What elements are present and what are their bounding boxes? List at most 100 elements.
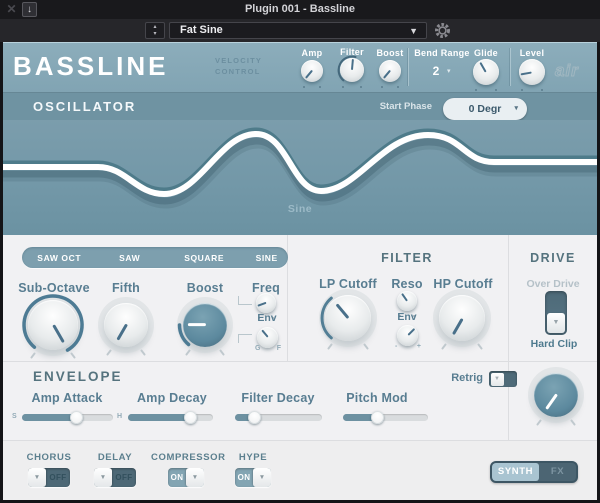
attack-max-label: H [117, 413, 122, 420]
toggle-handle[interactable]: ▼ [186, 468, 204, 487]
filter-vel-knob-label: Filter [336, 47, 368, 57]
chorus-toggle[interactable]: ▼ OFF [28, 468, 70, 487]
tab-saw[interactable]: SAW [96, 253, 163, 263]
hp-cutoff-knob[interactable] [439, 295, 485, 341]
header-divider [408, 48, 409, 86]
amp-decay-slider[interactable] [128, 414, 213, 421]
tab-saw-oct[interactable]: SAW OCT [22, 253, 96, 263]
compressor-state: ON [168, 468, 186, 487]
wave-name-label: Sine [260, 203, 340, 215]
tab-sine[interactable]: SINE [245, 253, 288, 263]
amp-attack-slider[interactable] [22, 414, 113, 421]
preset-value: Fat Sine [180, 24, 223, 36]
level-knob-label: Level [516, 48, 548, 58]
filter-env-label: Env [392, 311, 422, 323]
osc-env-range: G F [255, 345, 281, 352]
gear-icon[interactable] [433, 21, 452, 40]
start-phase-label: Start Phase [360, 101, 432, 112]
delay-toggle[interactable]: ▼ OFF [94, 468, 136, 487]
stepper-down-icon[interactable]: ▾ [153, 31, 156, 37]
lp-cutoff-knob[interactable] [325, 295, 371, 341]
toggle-handle[interactable]: ▼ [491, 373, 504, 386]
boost-vel-knob-label: Boost [374, 48, 406, 58]
boost-knob[interactable] [183, 303, 227, 347]
pitch-mod-slider[interactable] [343, 414, 428, 421]
filter-decay-label: Filter Decay [232, 391, 324, 405]
attack-min-label: S [12, 413, 17, 420]
slider-handle[interactable] [248, 411, 261, 424]
delay-label: DELAY [85, 452, 145, 463]
bassline-logo: BASSLINE [13, 51, 168, 82]
drive-mode-switch[interactable]: ▼ [545, 291, 567, 335]
preset-stepper[interactable]: ▴ ▾ [145, 22, 165, 39]
reso-label: Reso [387, 277, 427, 291]
download-icon[interactable]: ↓ [22, 2, 37, 17]
lp-cutoff-label: LP Cutoff [308, 277, 388, 291]
preset-selector[interactable]: Fat Sine ▼ [169, 22, 427, 39]
plugin-window: Plugin 001 - Bassline ✕ ↓ ▴ ▾ Fat Sine ▼… [0, 0, 600, 503]
start-phase-dropdown[interactable]: 0 Degr ▾ [443, 98, 527, 120]
chevron-down-icon: ▼ [409, 23, 418, 40]
toggle-handle[interactable]: ▼ [28, 468, 46, 487]
amp-knob-label: Amp [296, 48, 328, 58]
velocity-control-label: VELOCITY CONTROL [215, 56, 262, 78]
env-min-label: G [255, 345, 260, 352]
sub-octave-knob[interactable] [28, 300, 78, 350]
env-minus-label: - [395, 343, 397, 350]
hype-toggle[interactable]: ON ▼ [235, 468, 271, 487]
reso-knob[interactable] [397, 291, 417, 311]
amp-attack-label: Amp Attack [22, 391, 112, 405]
boost-label: Boost [175, 281, 235, 295]
bend-range-caret-icon[interactable]: ▾ [447, 67, 451, 75]
amp-knob[interactable] [301, 60, 323, 82]
freq-knob[interactable] [256, 293, 276, 313]
tab-square[interactable]: SQUARE [163, 253, 245, 263]
freq-route-bracket [238, 296, 252, 305]
pitch-mod-label: Pitch Mod [332, 391, 422, 405]
boost-vel-knob[interactable] [379, 60, 401, 82]
filter-vel-knob[interactable] [340, 58, 364, 82]
sine-waveform [0, 120, 600, 235]
slider-handle[interactable] [371, 411, 384, 424]
hp-cutoff-label: HP Cutoff [423, 277, 503, 291]
wave-selector: SAW OCT SAW SQUARE SINE [22, 247, 288, 268]
chevron-down-icon: ▾ [514, 98, 518, 119]
hype-state: ON [235, 468, 253, 487]
switch-handle[interactable]: ▼ [547, 313, 565, 333]
filter-env-range: - + [395, 343, 421, 350]
env-max-label: F [277, 345, 281, 352]
level-knob[interactable] [519, 59, 545, 85]
drive-title: DRIVE [513, 251, 593, 265]
toggle-handle[interactable]: ▼ [94, 468, 112, 487]
osc-env-label: Env [252, 312, 282, 324]
slider-handle[interactable] [184, 411, 197, 424]
hype-label: HYPE [223, 452, 283, 463]
filter-title: FILTER [347, 251, 467, 265]
glide-knob[interactable] [473, 59, 499, 85]
fifth-knob[interactable] [104, 303, 148, 347]
slider-handle[interactable] [70, 411, 83, 424]
delay-state: OFF [112, 468, 136, 487]
close-icon[interactable]: ✕ [4, 2, 19, 17]
preset-bar: ▴ ▾ Fat Sine ▼ [0, 19, 600, 42]
chorus-label: CHORUS [19, 452, 79, 463]
header-divider [510, 48, 511, 86]
tab-fx[interactable]: FX [539, 463, 576, 481]
sub-octave-label: Sub-Octave [4, 281, 104, 295]
bend-range-value[interactable]: 2 [424, 64, 448, 78]
retrig-toggle[interactable]: ▼ [489, 371, 517, 387]
tab-synth[interactable]: SYNTH [492, 463, 539, 481]
fifth-label: Fifth [96, 281, 156, 295]
filter-decay-slider[interactable] [235, 414, 322, 421]
drive-knob[interactable] [534, 373, 578, 417]
over-drive-label: Over Drive [513, 278, 593, 290]
title-bar: Plugin 001 - Bassline ✕ ↓ [0, 0, 600, 19]
air-logo: air [552, 58, 590, 87]
compressor-toggle[interactable]: ON ▼ [168, 468, 204, 487]
waveform-display [0, 120, 600, 235]
compressor-label: COMPRESSOR [151, 452, 221, 463]
divider [0, 361, 600, 362]
toggle-handle[interactable]: ▼ [253, 468, 271, 487]
chorus-state: OFF [46, 468, 70, 487]
retrig-label: Retrig [413, 372, 483, 384]
